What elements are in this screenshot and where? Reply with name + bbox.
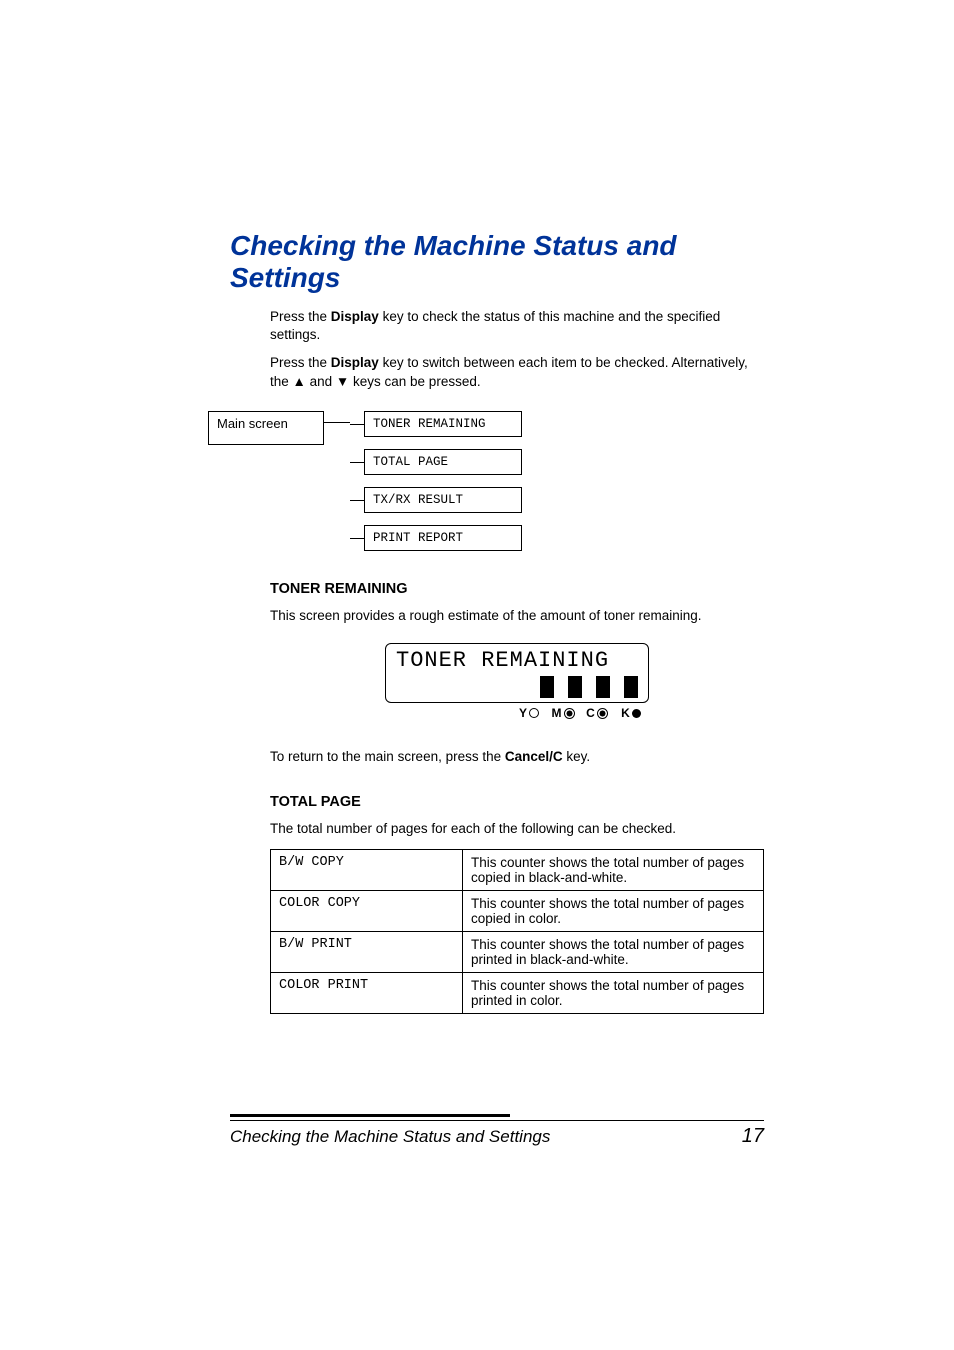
text: Press the	[270, 355, 331, 370]
menu-item-box: TOTAL PAGE	[364, 449, 522, 475]
intro-paragraph-2: Press the Display key to switch between …	[270, 354, 764, 390]
toner-label-row: Y M C K	[385, 706, 649, 720]
status-dot-icon	[632, 709, 641, 718]
toner-bar-icon	[624, 676, 638, 698]
table-row: COLOR PRINT This counter shows the total…	[271, 972, 764, 1013]
toner-bar-icon	[568, 676, 582, 698]
counter-desc: This counter shows the total number of p…	[463, 972, 764, 1013]
toner-description: This screen provides a rough estimate of…	[270, 607, 764, 625]
lcd-title-text: TONER REMAINING	[396, 648, 638, 673]
footer-title: Checking the Machine Status and Settings	[230, 1127, 550, 1147]
menu-item-box: PRINT REPORT	[364, 525, 522, 551]
display-key-ref: Display	[331, 355, 379, 370]
menu-item-box: TX/RX RESULT	[364, 487, 522, 513]
toner-bar-icon	[596, 676, 610, 698]
toner-bars	[540, 676, 638, 698]
status-dot-icon	[597, 708, 608, 719]
text: To return to the main screen, press the	[270, 749, 505, 764]
counter-label: COLOR COPY	[271, 890, 463, 931]
page-heading: Checking the Machine Status and Settings	[230, 230, 764, 294]
toner-return-note: To return to the main screen, press the …	[270, 748, 764, 766]
toner-label-k: K	[621, 706, 630, 720]
lcd-figure: TONER REMAINING Y M C K	[385, 643, 649, 720]
counter-label: COLOR PRINT	[271, 972, 463, 1013]
connector-line	[324, 411, 350, 423]
main-screen-box: Main screen	[208, 411, 324, 445]
section-heading-toner: TONER REMAINING	[270, 581, 764, 597]
text: Press the	[270, 309, 331, 324]
counter-label: B/W PRINT	[271, 931, 463, 972]
intro-paragraph-1: Press the Display key to check the statu…	[270, 308, 764, 344]
footer-page-number: 17	[742, 1125, 764, 1148]
status-dot-icon	[529, 708, 539, 718]
lcd-screen: TONER REMAINING	[385, 643, 649, 703]
counter-desc: This counter shows the total number of p…	[463, 890, 764, 931]
status-dot-icon	[564, 708, 575, 719]
total-description: The total number of pages for each of th…	[270, 820, 764, 838]
toner-bar-icon	[540, 676, 554, 698]
footer-rule-thin	[230, 1120, 764, 1121]
menu-flow-diagram: Main screen TONER REMAINING TOTAL PAGE T…	[208, 411, 764, 551]
counter-label: B/W COPY	[271, 849, 463, 890]
menu-item-box: TONER REMAINING	[364, 411, 522, 437]
counter-desc: This counter shows the total number of p…	[463, 849, 764, 890]
section-heading-total: TOTAL PAGE	[270, 794, 764, 810]
table-row: B/W COPY This counter shows the total nu…	[271, 849, 764, 890]
table-row: COLOR COPY This counter shows the total …	[271, 890, 764, 931]
display-key-ref: Display	[331, 309, 379, 324]
toner-label-c: C	[586, 706, 595, 720]
table-row: B/W PRINT This counter shows the total n…	[271, 931, 764, 972]
page-footer: Checking the Machine Status and Settings…	[0, 1114, 954, 1188]
footer-rule-thick	[230, 1114, 510, 1117]
toner-label-y: Y	[519, 706, 527, 720]
toner-label-m: M	[552, 706, 562, 720]
cancel-key-ref: Cancel/C	[505, 749, 563, 764]
text: key.	[563, 749, 591, 764]
counter-table: B/W COPY This counter shows the total nu…	[270, 849, 764, 1014]
counter-desc: This counter shows the total number of p…	[463, 931, 764, 972]
